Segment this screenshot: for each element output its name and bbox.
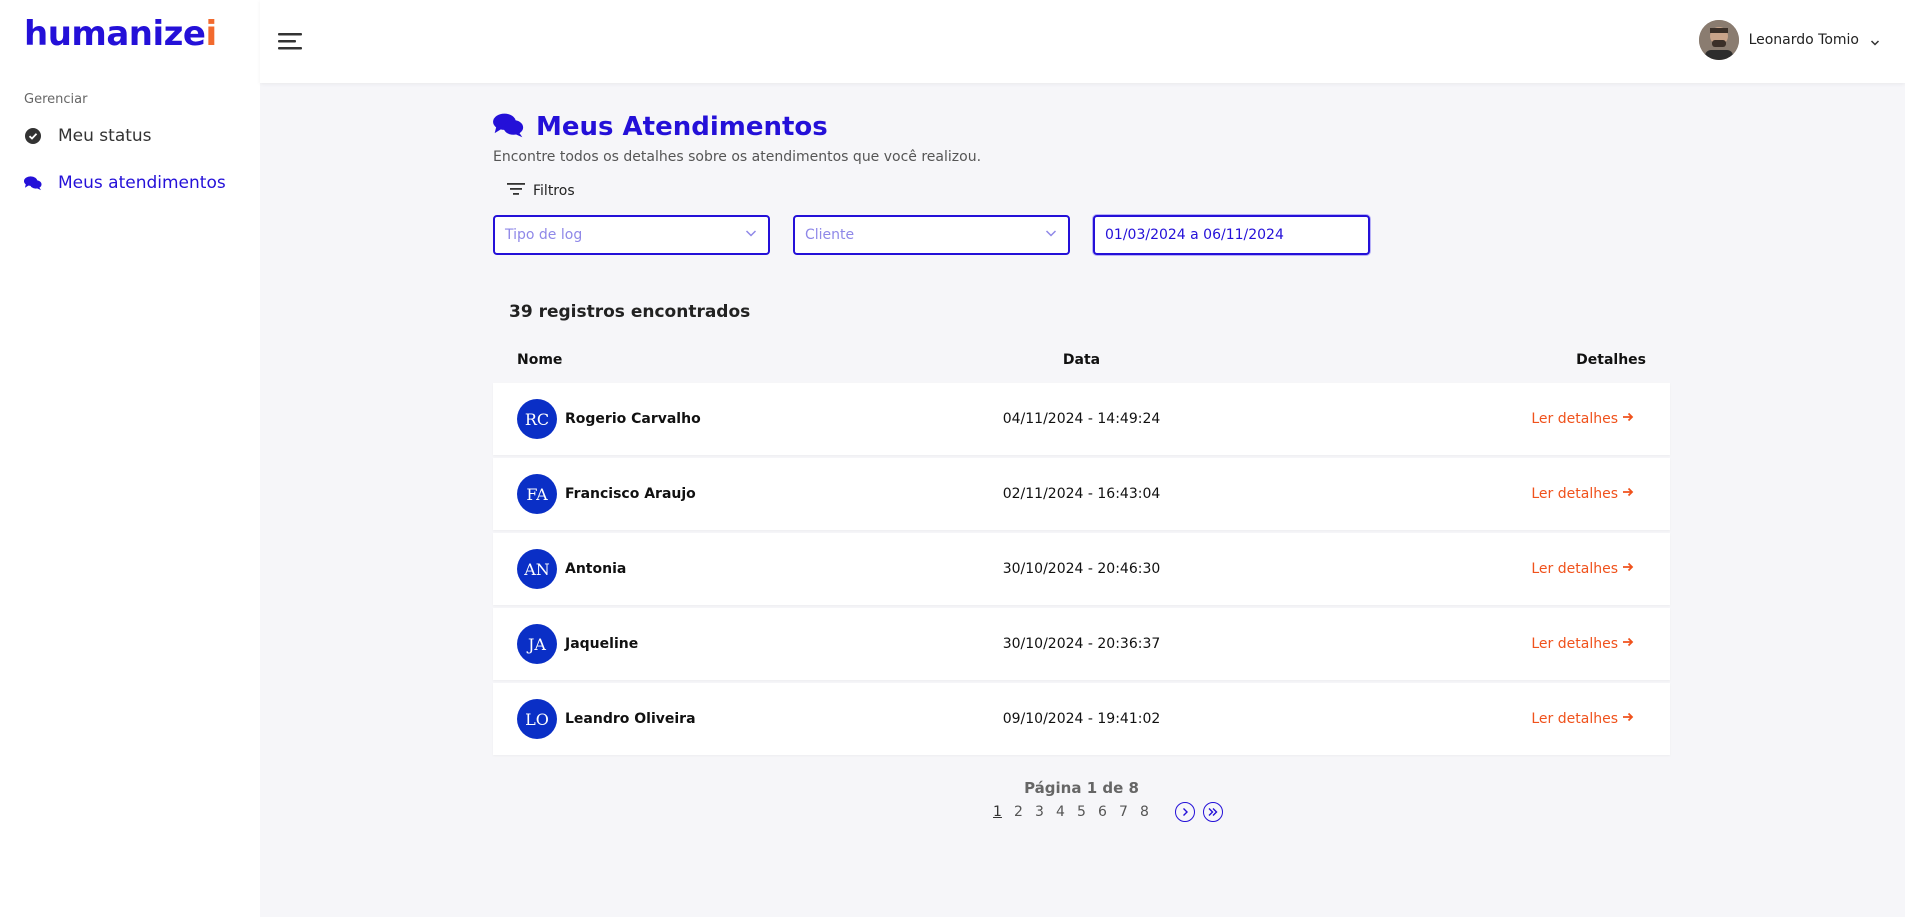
- page-link-6[interactable]: 6: [1092, 804, 1113, 820]
- app-logo[interactable]: humanizei: [24, 14, 217, 54]
- filter-icon: [507, 182, 525, 200]
- row-name: Jaqueline: [565, 636, 639, 652]
- logo-text: humanize: [24, 14, 206, 54]
- arrow-right-icon: [1622, 636, 1634, 652]
- results-count: 39 registros encontrados: [509, 302, 751, 322]
- page-subtitle: Encontre todos os detalhes sobre os aten…: [493, 149, 982, 165]
- arrow-right-icon: [1622, 711, 1634, 727]
- row-name: Leandro Oliveira: [565, 711, 696, 727]
- table-row: AN 30/10/2024 - 20:46:30 Antonia Ler det…: [493, 533, 1670, 605]
- log-type-placeholder: Tipo de log: [505, 227, 583, 243]
- row-name: Francisco Araujo: [565, 486, 696, 502]
- table-row: JA 30/10/2024 - 20:36:37 Jaqueline Ler d…: [493, 608, 1670, 680]
- filters-button[interactable]: Filtros: [507, 182, 575, 200]
- double-chevron-right-icon: [1208, 808, 1218, 816]
- page-link-2[interactable]: 2: [1008, 804, 1029, 820]
- read-details-label: Ler detalhes: [1531, 486, 1618, 502]
- chevron-right-icon: [1183, 808, 1188, 816]
- table-row: RC 04/11/2024 - 14:49:24 Rogerio Carvalh…: [493, 383, 1670, 455]
- log-type-select[interactable]: Tipo de log: [493, 215, 770, 255]
- sidebar-section-title: Gerenciar: [24, 92, 88, 107]
- table-row: LO 09/10/2024 - 19:41:02 Leandro Oliveir…: [493, 683, 1670, 755]
- user-menu[interactable]: Leonardo Tomio: [1698, 20, 1881, 60]
- check-circle-icon: [24, 127, 42, 145]
- row-name: Rogerio Carvalho: [565, 411, 701, 427]
- chevron-down-icon: [1869, 34, 1881, 46]
- menu-toggle-icon[interactable]: [278, 30, 304, 52]
- page-header: Meus Atendimentos: [493, 112, 828, 142]
- results-list: RC 04/11/2024 - 14:49:24 Rogerio Carvalh…: [493, 383, 1670, 758]
- chat-bubbles-icon: [24, 174, 42, 192]
- client-placeholder: Cliente: [805, 227, 855, 243]
- read-details-link[interactable]: Ler detalhes: [1531, 411, 1634, 427]
- sidebar-item-meu-status[interactable]: Meu status: [24, 126, 152, 146]
- read-details-link[interactable]: Ler detalhes: [1531, 636, 1634, 652]
- column-header-details: Detalhes: [1576, 352, 1646, 368]
- table-header: Data Nome Detalhes: [493, 352, 1670, 372]
- sidebar-item-label: Meus atendimentos: [58, 173, 226, 193]
- table-row: FA 02/11/2024 - 16:43:04 Francisco Arauj…: [493, 458, 1670, 530]
- date-range-value: 01/03/2024 a 06/11/2024: [1105, 227, 1284, 243]
- row-name: Antonia: [565, 561, 627, 577]
- sidebar-item-meus-atendimentos[interactable]: Meus atendimentos: [24, 173, 226, 193]
- page-link-5[interactable]: 5: [1071, 804, 1092, 820]
- page-title: Meus Atendimentos: [536, 112, 828, 142]
- arrow-right-icon: [1622, 486, 1634, 502]
- sidebar: humanizei Gerenciar Meu status Meus aten…: [0, 0, 260, 917]
- read-details-label: Ler detalhes: [1531, 561, 1618, 577]
- arrow-right-icon: [1622, 561, 1634, 577]
- avatar: [1698, 20, 1739, 60]
- pagination-label: Página 1 de 8: [1024, 779, 1139, 797]
- page-link-7[interactable]: 7: [1113, 804, 1134, 820]
- page-link-1[interactable]: 1: [987, 804, 1008, 820]
- read-details-label: Ler detalhes: [1531, 711, 1618, 727]
- read-details-label: Ler detalhes: [1531, 411, 1618, 427]
- row-date: 30/10/2024 - 20:36:37: [1002, 636, 1161, 652]
- chevron-down-icon: [1044, 226, 1058, 244]
- client-select[interactable]: Cliente: [793, 215, 1070, 255]
- read-details-link[interactable]: Ler detalhes: [1531, 486, 1634, 502]
- row-date: 30/10/2024 - 20:46:30: [1002, 561, 1161, 577]
- logo-accent: i: [205, 14, 218, 54]
- last-page-button[interactable]: [1203, 802, 1223, 822]
- date-range-input[interactable]: 01/03/2024 a 06/11/2024: [1093, 215, 1370, 255]
- pagination: 1 2 3 4 5 6 7 8: [987, 802, 1223, 822]
- read-details-label: Ler detalhes: [1531, 636, 1618, 652]
- column-header-name: Nome: [517, 352, 563, 368]
- page-link-8[interactable]: 8: [1134, 804, 1155, 820]
- sidebar-item-label: Meu status: [58, 126, 152, 146]
- column-header-date: Data: [1062, 352, 1101, 368]
- arrow-right-icon: [1622, 411, 1634, 427]
- read-details-link[interactable]: Ler detalhes: [1531, 561, 1634, 577]
- read-details-link[interactable]: Ler detalhes: [1531, 711, 1634, 727]
- chevron-down-icon: [744, 226, 758, 244]
- user-name: Leonardo Tomio: [1748, 32, 1859, 48]
- page-link-4[interactable]: 4: [1050, 804, 1071, 820]
- next-page-button[interactable]: [1175, 802, 1195, 822]
- page-link-3[interactable]: 3: [1029, 804, 1050, 820]
- filters-label: Filtros: [533, 183, 575, 199]
- top-bar: Leonardo Tomio: [260, 0, 1905, 83]
- chat-bubbles-icon: [493, 112, 524, 142]
